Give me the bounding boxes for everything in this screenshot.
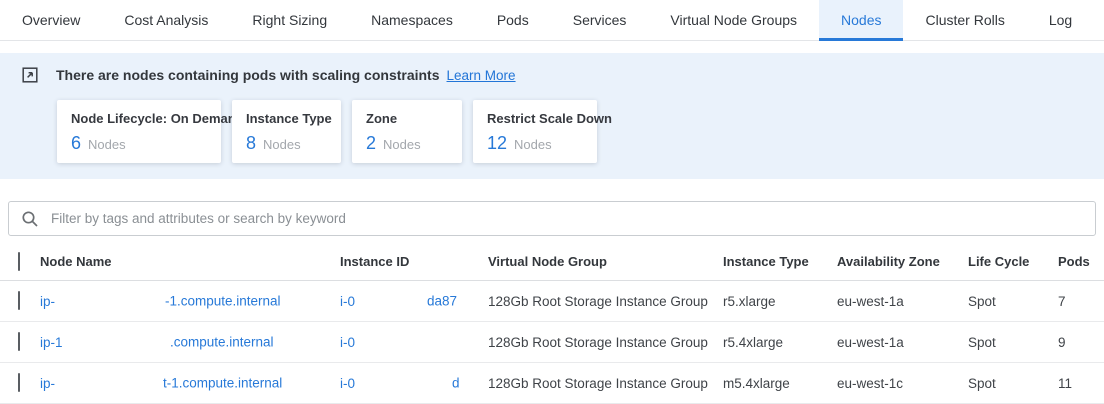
tab-pods[interactable]: Pods: [475, 0, 551, 40]
card-unit: Nodes: [383, 137, 421, 152]
tab-services[interactable]: Services: [551, 0, 649, 40]
alert-row: There are nodes containing pods with sca…: [22, 63, 1104, 87]
instance-id-link[interactable]: da87: [427, 294, 457, 309]
col-life-cycle: Life Cycle: [968, 254, 1058, 269]
col-pods: Pods: [1058, 254, 1104, 269]
table-row: ip- t-1.compute.internal i-0 d 128Gb Roo…: [0, 363, 1104, 404]
select-all-checkbox[interactable]: [18, 252, 20, 271]
card-zone[interactable]: Zone 2 Nodes: [352, 100, 462, 163]
card-title: Node Lifecycle: On Demand: [71, 111, 207, 126]
tab-nodes[interactable]: Nodes: [819, 0, 903, 40]
card-node-lifecycle-on-demand[interactable]: Node Lifecycle: On Demand 6 Nodes: [57, 100, 221, 163]
virtual-node-group-value: 128Gb Root Storage Instance Group: [488, 294, 723, 309]
pods-value: 11: [1058, 376, 1104, 391]
availability-zone-value: eu-west-1c: [837, 376, 968, 391]
instance-type-value: r5.xlarge: [723, 294, 837, 309]
life-cycle-value: Spot: [968, 335, 1058, 350]
availability-zone-value: eu-west-1a: [837, 294, 968, 309]
node-name-link[interactable]: t-1.compute.internal: [163, 376, 282, 391]
pods-value: 9: [1058, 335, 1104, 350]
node-name-link[interactable]: ip-1: [40, 335, 63, 350]
learn-more-link[interactable]: Learn More: [447, 68, 516, 83]
scaling-constraints-panel: There are nodes containing pods with sca…: [0, 53, 1104, 179]
card-title: Instance Type: [246, 111, 327, 126]
col-instance-type: Instance Type: [723, 254, 837, 269]
instance-id-link[interactable]: i-0: [340, 376, 355, 391]
instance-id-link[interactable]: i-0: [340, 294, 355, 309]
availability-zone-value: eu-west-1a: [837, 335, 968, 350]
instance-id-link[interactable]: i-0: [340, 335, 355, 350]
summary-cards: Node Lifecycle: On Demand 6 Nodes Instan…: [57, 100, 1104, 163]
tab-namespaces[interactable]: Namespaces: [349, 0, 475, 40]
card-title: Zone: [366, 111, 448, 126]
scale-out-icon: [22, 67, 38, 83]
life-cycle-value: Spot: [968, 294, 1058, 309]
instance-type-value: r5.4xlarge: [723, 335, 837, 350]
tab-overview[interactable]: Overview: [0, 0, 102, 40]
virtual-node-group-value: 128Gb Root Storage Instance Group: [488, 335, 723, 350]
row-checkbox[interactable]: [18, 332, 20, 351]
nodes-table: Node Name Instance ID Virtual Node Group…: [0, 243, 1104, 404]
alert-message: There are nodes containing pods with sca…: [56, 67, 440, 83]
tab-cost-analysis[interactable]: Cost Analysis: [102, 0, 230, 40]
life-cycle-value: Spot: [968, 376, 1058, 391]
card-count: 12: [487, 133, 507, 154]
card-unit: Nodes: [88, 137, 126, 152]
table-row: ip-1 .compute.internal i-0 128Gb Root St…: [0, 322, 1104, 363]
instance-id-link[interactable]: d: [452, 376, 460, 391]
card-instance-type[interactable]: Instance Type 8 Nodes: [232, 100, 341, 163]
tab-bar: Overview Cost Analysis Right Sizing Name…: [0, 0, 1104, 41]
table-row: ip- -1.compute.internal i-0 da87 128Gb R…: [0, 281, 1104, 322]
search-input[interactable]: [49, 210, 1083, 227]
col-node-name: Node Name: [40, 254, 340, 269]
virtual-node-group-value: 128Gb Root Storage Instance Group: [488, 376, 723, 391]
col-instance-id: Instance ID: [340, 254, 488, 269]
filter-search-box[interactable]: [8, 201, 1096, 236]
node-name-link[interactable]: .compute.internal: [170, 335, 274, 350]
tab-cluster-rolls[interactable]: Cluster Rolls: [903, 0, 1026, 40]
col-virtual-node-group: Virtual Node Group: [488, 254, 723, 269]
node-name-link[interactable]: ip-: [40, 376, 55, 391]
card-count: 8: [246, 133, 256, 154]
card-restrict-scale-down[interactable]: Restrict Scale Down 12 Nodes: [473, 100, 597, 163]
card-count: 6: [71, 133, 81, 154]
card-unit: Nodes: [263, 137, 301, 152]
tab-virtual-node-groups[interactable]: Virtual Node Groups: [648, 0, 819, 40]
search-icon: [21, 210, 39, 228]
instance-type-value: m5.4xlarge: [723, 376, 837, 391]
col-availability-zone: Availability Zone: [837, 254, 968, 269]
node-name-link[interactable]: -1.compute.internal: [165, 294, 281, 309]
pods-value: 7: [1058, 294, 1104, 309]
node-name-link[interactable]: ip-: [40, 294, 55, 309]
table-header-row: Node Name Instance ID Virtual Node Group…: [0, 243, 1104, 281]
row-checkbox[interactable]: [18, 291, 20, 310]
card-unit: Nodes: [514, 137, 552, 152]
card-count: 2: [366, 133, 376, 154]
row-checkbox[interactable]: [18, 373, 20, 392]
tab-log[interactable]: Log: [1027, 0, 1094, 40]
card-title: Restrict Scale Down: [487, 111, 583, 126]
tab-right-sizing[interactable]: Right Sizing: [230, 0, 349, 40]
